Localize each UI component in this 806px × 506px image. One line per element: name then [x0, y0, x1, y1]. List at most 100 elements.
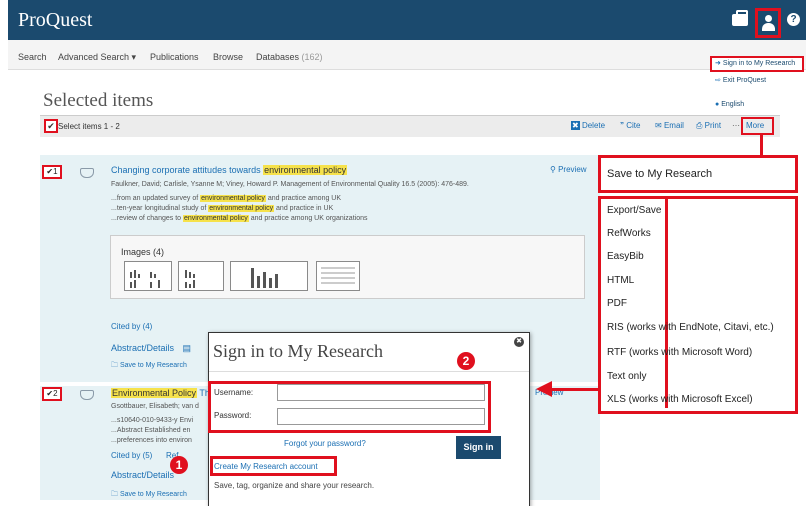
more-dots-icon: ⋯ [732, 121, 740, 130]
result-1-snippet: ...from an updated survey of environment… [111, 195, 341, 202]
delete-button[interactable]: ✖ Delete [571, 121, 605, 130]
nav-search[interactable]: Search [18, 52, 47, 62]
modal-tagline: Save, tag, organize and share your resea… [214, 481, 375, 490]
image-thumbnail-1[interactable] [124, 261, 172, 291]
quote-icon: ” [620, 121, 624, 130]
more-menu-refworks[interactable]: RefWorks [607, 228, 651, 239]
more-menu-xls[interactable]: XLS (works with Microsoft Excel) [607, 394, 753, 405]
more-menu-save-to-my-research[interactable]: Save to My Research [607, 168, 712, 180]
result-1-checkbox[interactable]: ✔1 [42, 165, 62, 179]
proquest-logo[interactable]: ProQuest [18, 9, 92, 32]
image-thumbnail-3[interactable] [230, 261, 308, 291]
result-1-abstract-details[interactable]: Abstract/Details ▤ [111, 343, 191, 354]
annotation-step-2: 2 [457, 352, 475, 370]
nav-databases-count: (162) [301, 52, 323, 62]
main-nav: Search Advanced Search ▾ Publications Br… [8, 40, 806, 70]
nav-databases[interactable]: Databases (162) [256, 52, 323, 62]
annotation-arrow-head [536, 381, 552, 397]
annotation-step-1: 1 [170, 456, 188, 474]
annotation-arrow-line [552, 388, 598, 391]
snippet-text: ...ten-year longitudinal study of [111, 205, 209, 212]
user-account-button[interactable] [755, 8, 781, 38]
scholarly-journal-icon [80, 168, 94, 178]
cite-label: Cite [626, 121, 641, 130]
print-button[interactable]: ⎙ Print [696, 121, 721, 131]
result-2-cited-by[interactable]: Cited by (5) [111, 451, 152, 460]
nav-browse[interactable]: Browse [213, 52, 243, 62]
result-1-preview-label: Preview [558, 165, 587, 174]
select-all-label: Select items 1 - 2 [58, 122, 120, 131]
more-menu-rtf[interactable]: RTF (works with Microsoft Word) [607, 347, 752, 358]
select-all-checkbox[interactable]: ✔ [44, 119, 58, 133]
document-icon: ▤ [182, 343, 192, 353]
result-2-snippet: ...s10640-010-9433-y Envi [111, 417, 194, 424]
result-1-save-to-my-research[interactable]: 🗀 Save to My Research [111, 361, 187, 372]
password-label: Password: [214, 411, 252, 420]
username-label: Username: [214, 388, 254, 397]
exit-menu-item[interactable]: ⇨ Exit ProQuest [715, 76, 766, 84]
annotation-connector [760, 135, 763, 155]
nav-advanced-search[interactable]: Advanced Search ▾ [58, 52, 136, 63]
page-title: Selected items [43, 90, 154, 111]
username-input[interactable] [277, 384, 485, 401]
result-1-snippet: ...ten-year longitudinal study of enviro… [111, 205, 333, 212]
more-menu-text-only[interactable]: Text only [607, 371, 646, 382]
snippet-highlight: environmental policy [182, 215, 249, 222]
delete-icon: ✖ [571, 121, 580, 130]
help-icon[interactable]: ? [787, 13, 800, 26]
result-2-title[interactable]: Environmental Policy Th [111, 388, 210, 398]
result-1-title[interactable]: Changing corporate attitudes towards env… [111, 165, 348, 175]
result-2-save-to-my-research[interactable]: 🗀 Save to My Research [111, 490, 187, 501]
result-1-title-text: Changing corporate attitudes towards [111, 165, 264, 175]
result-1-preview[interactable]: ⚲ Preview [550, 165, 587, 174]
result-2-number: 2 [53, 389, 58, 398]
result-2-snippet: ...preferences into environ [111, 437, 192, 444]
more-menu-pdf[interactable]: PDF [607, 298, 627, 309]
result-1-snippet: ...review of changes to environmental po… [111, 215, 367, 222]
printer-icon: ⎙ [696, 121, 703, 130]
modal-divider [209, 371, 529, 372]
sign-in-menu-item[interactable]: ➜ Sign in to My Research [715, 59, 795, 67]
snippet-text: and practice among UK organizations [248, 215, 368, 222]
envelope-icon: ✉ [655, 121, 662, 130]
briefcase-icon[interactable] [732, 10, 748, 26]
nav-publications[interactable]: Publications [150, 52, 199, 62]
email-button[interactable]: ✉ Email [655, 121, 684, 130]
more-menu-export-save[interactable]: Export/Save [607, 205, 661, 216]
print-label: Print [704, 121, 722, 130]
sign-in-icon: ➜ [715, 60, 721, 67]
image-thumbnail-2[interactable] [178, 261, 224, 291]
cite-button[interactable]: ” Cite [620, 121, 640, 130]
more-menu-easybib[interactable]: EasyBib [607, 251, 644, 262]
close-icon[interactable]: ✖ [514, 337, 524, 347]
result-2-abstract-details[interactable]: Abstract/Details [111, 470, 174, 480]
sign-in-menu-label: Sign in to My Research [722, 60, 796, 67]
password-input[interactable] [277, 408, 485, 425]
language-label: English [721, 101, 745, 108]
language-menu-item[interactable]: ● English [715, 101, 744, 108]
user-icon [761, 15, 775, 31]
image-thumbnail-4[interactable] [316, 261, 360, 291]
forgot-password-link[interactable]: Forgot your password? [284, 439, 366, 448]
snippet-text: and practice among UK [265, 195, 342, 202]
sign-in-button[interactable]: Sign in [456, 436, 501, 459]
folder-icon: 🗀 [111, 362, 118, 369]
result-1-cited-by[interactable]: Cited by (4) [111, 322, 152, 331]
result-1-title-highlight: environmental policy [263, 165, 348, 175]
modal-title: Sign in to My Research [213, 341, 383, 361]
result-2-title-highlight: Environmental Policy [111, 388, 198, 398]
result-1-save-label: Save to My Research [119, 362, 187, 369]
snippet-text: ...review of changes to [111, 215, 183, 222]
more-menu-html[interactable]: HTML [607, 275, 634, 286]
nav-databases-label: Databases [256, 52, 300, 62]
exit-icon: ⇨ [715, 77, 721, 84]
globe-icon: ● [715, 101, 720, 108]
result-2-checkbox[interactable]: ✔2 [42, 387, 62, 401]
create-account-link[interactable]: Create My Research account [214, 462, 318, 471]
snippet-highlight: environmental policy [208, 205, 275, 212]
result-1-abstract-label: Abstract/Details [111, 343, 175, 353]
result-1-number: 1 [53, 167, 58, 176]
snippet-text: and practice in UK [274, 205, 334, 212]
more-button[interactable]: More [746, 121, 764, 130]
more-menu-ris[interactable]: RIS (works with EndNote, Citavi, etc.) [607, 322, 774, 333]
